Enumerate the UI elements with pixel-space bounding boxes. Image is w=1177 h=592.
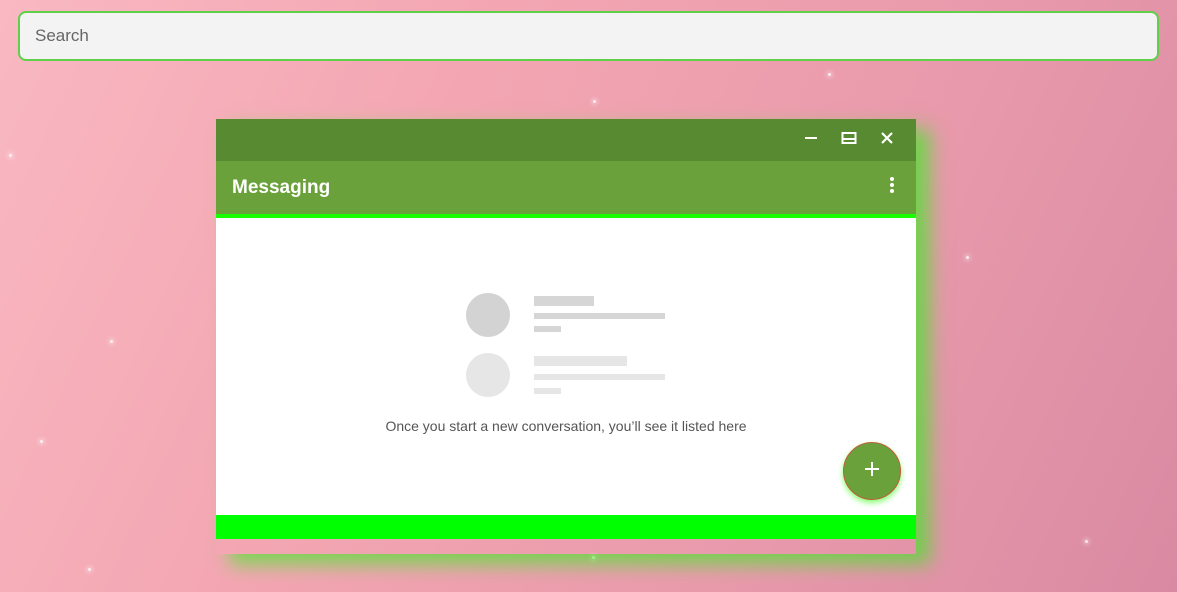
plus-icon [864,461,880,482]
sparkle [110,340,113,343]
sparkle [40,440,43,443]
empty-state-illustration [466,293,666,403]
app-title: Messaging [232,176,331,198]
maximize-icon [841,131,857,150]
window-bottom-bar [216,515,916,539]
sparkle [9,154,12,157]
sparkle [88,568,91,571]
maximize-button[interactable] [830,119,868,161]
sparkle [1085,540,1088,543]
minimize-button[interactable] [792,119,830,161]
more-vert-icon [889,176,895,199]
minimize-icon [804,131,818,150]
empty-state-message: Once you start a new conversation, you’l… [385,418,747,434]
sparkle [592,556,595,559]
messaging-window: Messaging Once you start a new conversat… [216,119,916,554]
close-icon [880,131,894,150]
window-titlebar[interactable] [216,119,916,161]
search-input[interactable] [35,26,1142,46]
close-button[interactable] [868,119,906,161]
overflow-menu-button[interactable] [880,168,904,208]
search-bar[interactable] [18,11,1159,61]
sparkle [828,73,831,76]
sparkle [593,100,596,103]
app-toolbar: Messaging [216,161,916,218]
sparkle [966,256,969,259]
new-conversation-button[interactable] [843,442,901,500]
conversation-list: Once you start a new conversation, you’l… [216,218,916,515]
